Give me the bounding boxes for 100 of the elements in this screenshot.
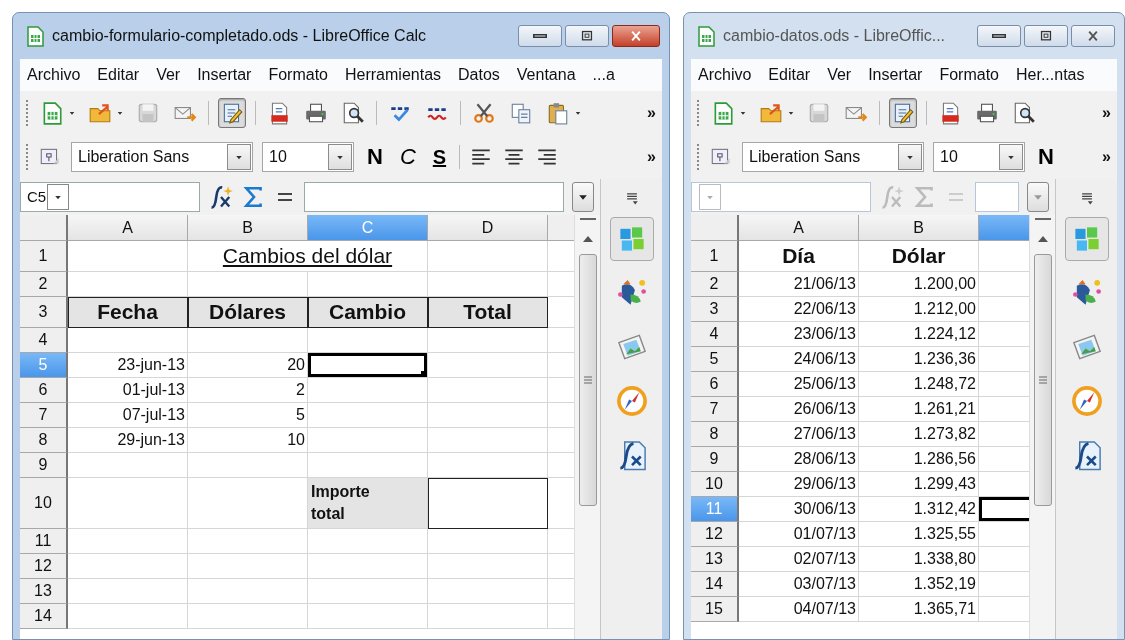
edit-mode-button[interactable]: [218, 98, 246, 128]
table-cell[interactable]: [428, 529, 548, 554]
table-cell[interactable]: [428, 579, 548, 604]
table-cell[interactable]: [308, 529, 428, 554]
table-cell[interactable]: 1.236,36: [859, 347, 979, 372]
menu-item[interactable]: Her...ntas: [1016, 63, 1085, 87]
minimize-button[interactable]: [518, 25, 562, 47]
table-cell[interactable]: [308, 554, 428, 579]
menu-item[interactable]: Datos: [458, 63, 500, 87]
table-cell[interactable]: [428, 241, 548, 272]
toolbar-grip[interactable]: [697, 144, 700, 170]
column-heading[interactable]: Dólar: [859, 241, 979, 272]
menu-item[interactable]: Insertar: [197, 63, 252, 87]
table-cell[interactable]: [188, 328, 308, 353]
row-header[interactable]: 1: [691, 241, 739, 272]
clipboard-icon[interactable]: [546, 101, 570, 125]
row-header[interactable]: 9: [691, 447, 739, 472]
table-cell[interactable]: 1.273,82: [859, 422, 979, 447]
row-header[interactable]: 2: [20, 272, 68, 297]
row-header[interactable]: 4: [691, 322, 739, 347]
menu-item[interactable]: Formato: [268, 63, 328, 87]
toolbar-overflow-button[interactable]: »: [647, 101, 656, 125]
table-header-cell[interactable]: Cambio: [308, 297, 428, 328]
maximize-button[interactable]: [1024, 25, 1068, 47]
sheet-title[interactable]: Cambios del dólar: [188, 241, 428, 272]
table-cell[interactable]: [428, 328, 548, 353]
table-cell[interactable]: [68, 478, 188, 529]
menu-item[interactable]: ...a: [592, 63, 615, 87]
name-box[interactable]: [691, 182, 871, 212]
printer-icon[interactable]: [304, 101, 328, 125]
menu-item[interactable]: Herramientas: [345, 63, 442, 87]
column-heading[interactable]: Día: [739, 241, 859, 272]
folder-icon[interactable]: [88, 101, 112, 125]
table-cell[interactable]: 1.261,21: [859, 397, 979, 422]
row-header[interactable]: 12: [20, 554, 68, 579]
table-cell[interactable]: 04/07/13: [739, 597, 859, 622]
table-cell[interactable]: 01/07/13: [739, 522, 859, 547]
font-size-field[interactable]: 10: [262, 142, 354, 172]
table-cell[interactable]: [308, 428, 428, 453]
row-header[interactable]: 1: [20, 241, 68, 272]
table-cell[interactable]: [188, 604, 308, 629]
table-cell[interactable]: [68, 328, 188, 353]
row-header[interactable]: 6: [20, 378, 68, 403]
table-cell[interactable]: 1.286,56: [859, 447, 979, 472]
table-cell[interactable]: 26/06/13: [739, 397, 859, 422]
maximize-button[interactable]: [565, 25, 609, 47]
select-all-corner[interactable]: [20, 215, 68, 241]
table-cell[interactable]: 1.312,42: [859, 497, 979, 522]
italic-button[interactable]: C: [395, 146, 420, 168]
table-cell[interactable]: 1.200,00: [859, 272, 979, 297]
menu-item[interactable]: Editar: [768, 63, 811, 87]
row-header[interactable]: 12: [691, 522, 739, 547]
scroll-up-arrow-icon[interactable]: [582, 235, 593, 242]
edit-mode-button[interactable]: [889, 98, 917, 128]
row-header[interactable]: 13: [691, 547, 739, 572]
table-cell[interactable]: 02/07/13: [739, 547, 859, 572]
row-header[interactable]: 3: [691, 297, 739, 322]
scroll-up-arrow-icon[interactable]: [1037, 235, 1048, 242]
table-cell[interactable]: 10: [188, 428, 308, 453]
table-cell[interactable]: [428, 478, 548, 529]
toolbar-overflow-button[interactable]: »: [1102, 101, 1111, 125]
table-cell[interactable]: [428, 428, 548, 453]
menu-item[interactable]: Editar: [97, 63, 140, 87]
preview-icon[interactable]: [341, 101, 365, 125]
floppy-icon[interactable]: [807, 101, 831, 125]
menu-item[interactable]: Ventana: [516, 63, 576, 87]
toolbar-grip[interactable]: [26, 100, 29, 126]
column-header[interactable]: A: [68, 215, 188, 241]
menu-item[interactable]: Insertar: [868, 63, 923, 87]
menu-item[interactable]: Formato: [939, 63, 999, 87]
table-cell[interactable]: [68, 579, 188, 604]
table-header-cell[interactable]: Dólares: [188, 297, 308, 328]
table-cell[interactable]: 1.352,19: [859, 572, 979, 597]
close-button[interactable]: [1071, 25, 1115, 47]
table-cell[interactable]: 2: [188, 378, 308, 403]
table-cell[interactable]: [428, 554, 548, 579]
table-cell[interactable]: [428, 353, 548, 378]
column-header[interactable]: B: [859, 215, 979, 241]
table-cell[interactable]: 23-jun-13: [68, 353, 188, 378]
column-header[interactable]: D: [428, 215, 548, 241]
toolbar-grip[interactable]: [26, 144, 29, 170]
table-cell[interactable]: [68, 529, 188, 554]
table-header-cell[interactable]: Fecha: [68, 297, 188, 328]
menu-item[interactable]: Archivo: [27, 63, 81, 87]
printer-icon[interactable]: [975, 101, 999, 125]
cell-cursor[interactable]: [308, 353, 428, 378]
table-cell[interactable]: 1.325,55: [859, 522, 979, 547]
preview-icon[interactable]: [1012, 101, 1036, 125]
vertical-scrollbar[interactable]: [1029, 215, 1055, 639]
table-cell[interactable]: 1.224,12: [859, 322, 979, 347]
table-cell[interactable]: [188, 554, 308, 579]
bold-button[interactable]: N: [363, 146, 387, 168]
table-header-cell[interactable]: Total: [428, 297, 548, 328]
table-cell[interactable]: 22/06/13: [739, 297, 859, 322]
table-cell[interactable]: 07-jul-13: [68, 403, 188, 428]
vertical-scrollbar[interactable]: [574, 215, 600, 639]
row-header[interactable]: 13: [20, 579, 68, 604]
table-cell[interactable]: 1.248,72: [859, 372, 979, 397]
font-name-field[interactable]: Liberation Sans: [742, 142, 924, 172]
row-header[interactable]: 5: [691, 347, 739, 372]
